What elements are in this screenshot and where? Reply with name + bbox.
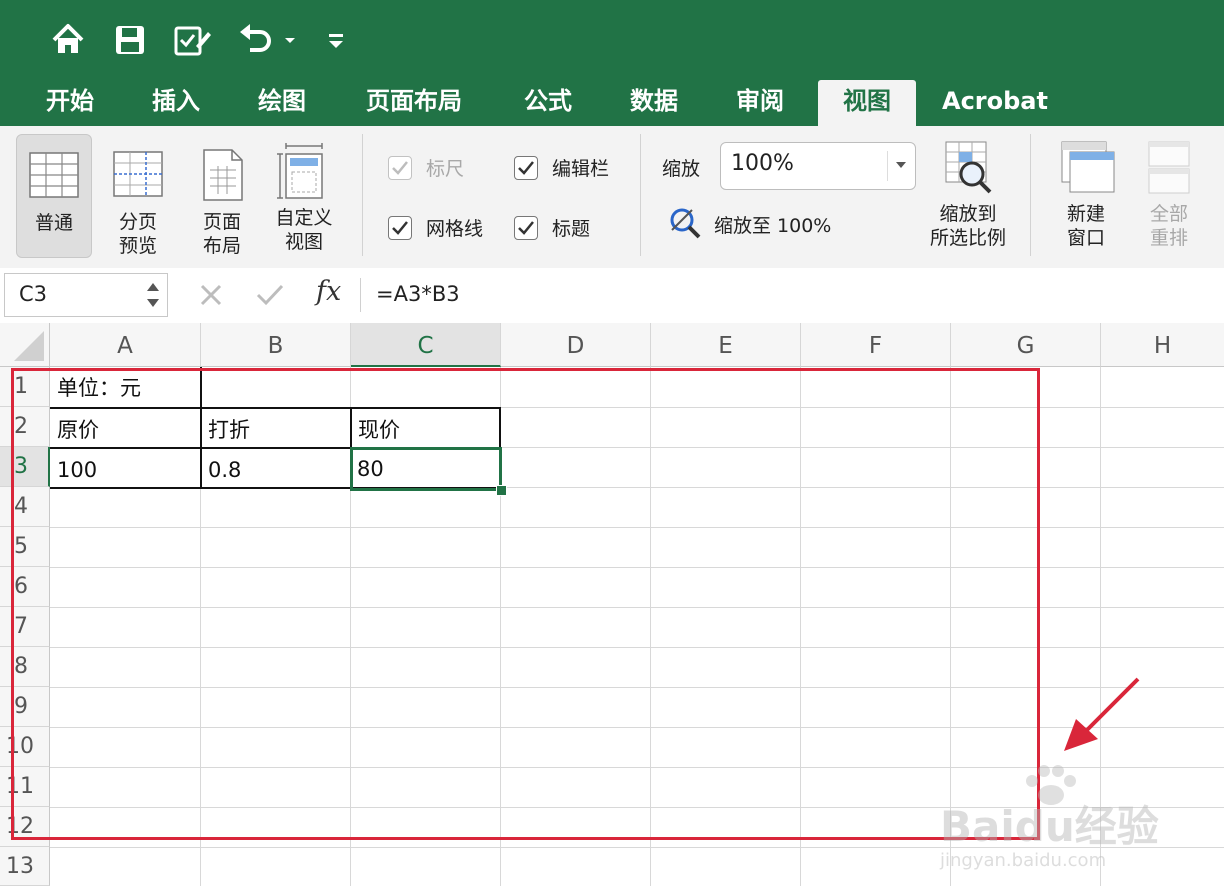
page-break-preview-button[interactable]: 分页 预览 [102, 134, 174, 262]
normal-view-label: 普通 [34, 212, 73, 234]
title-bar: 开始 插入 绘图 页面布局 公式 数据 审阅 视图 Acrobat [0, 0, 1224, 126]
name-box-stepper-icon[interactable] [145, 278, 161, 312]
magnifier-icon [668, 206, 702, 242]
column-header-e[interactable]: E [651, 323, 801, 367]
new-window-icon [1056, 138, 1116, 196]
tab-view[interactable]: 视图 [818, 80, 916, 126]
select-all-corner[interactable] [0, 323, 50, 367]
tab-page-layout[interactable]: 页面布局 [352, 80, 476, 126]
gridlines-checkbox[interactable]: 网格线 [388, 214, 483, 241]
headings-checkbox[interactable]: 标题 [514, 214, 590, 241]
chevron-down-icon[interactable] [282, 30, 298, 50]
zoom-100-button[interactable]: 缩放至 100% [668, 206, 831, 242]
column-header-g[interactable]: G [951, 323, 1101, 367]
zoom-label: 缩放 [662, 158, 701, 180]
highlight-rectangle [11, 368, 1040, 840]
page-layout-icon [196, 146, 248, 202]
chevron-down-icon [893, 157, 909, 173]
new-window-button[interactable]: 新建 窗口 [1050, 138, 1122, 262]
tab-draw[interactable]: 绘图 [242, 80, 322, 126]
arrange-all-icon [1146, 138, 1192, 196]
tab-acrobat[interactable]: Acrobat [940, 80, 1050, 126]
column-header-f[interactable]: F [801, 323, 951, 367]
zoom-to-selection-button[interactable]: 缩放到 所选比例 [920, 138, 1016, 262]
ribbon: 普通 分页 预览 页面 布局 自定义 视图 标尺 编辑栏 网格线 标题 缩放 1… [0, 126, 1224, 269]
column-header-d[interactable]: D [501, 323, 651, 367]
page-layout-view-button[interactable]: 页面 布局 [186, 134, 258, 262]
ribbon-divider [640, 134, 641, 256]
page-break-preview-label: 分页 预览 [118, 211, 157, 257]
tab-formulas[interactable]: 公式 [508, 80, 588, 126]
enter-icon[interactable] [254, 280, 286, 310]
column-header-c[interactable]: C [351, 323, 501, 367]
zoom-value: 100% [731, 151, 794, 176]
normal-view-button[interactable]: 普通 [16, 134, 92, 258]
customize-icon[interactable] [326, 28, 346, 52]
column-header-h[interactable]: H [1101, 323, 1224, 367]
name-box[interactable]: C3 [4, 273, 168, 317]
column-header-b[interactable]: B [201, 323, 351, 367]
normal-view-icon [28, 147, 80, 203]
zoom-selection-icon [940, 138, 996, 196]
home-icon[interactable] [48, 20, 88, 60]
formula-bar: C3 fx =A3*B3 [0, 268, 1224, 324]
formula-bar-check-icon [514, 155, 538, 180]
arrow-icon [1056, 673, 1146, 757]
arrange-all-button[interactable]: 全部 重排 [1136, 138, 1202, 262]
gridlines-check-icon [388, 215, 412, 240]
headings-check-icon [514, 215, 538, 240]
worksheet[interactable]: A B C D E F G H 1 2 3 4 5 6 7 8 9 10 11 … [0, 323, 1224, 886]
ruler-checkbox[interactable]: 标尺 [388, 154, 464, 181]
page-layout-view-label: 页面 布局 [202, 211, 241, 257]
tab-insert[interactable]: 插入 [136, 80, 216, 126]
tab-home[interactable]: 开始 [30, 80, 110, 126]
insert-function-button[interactable]: fx [316, 276, 341, 307]
ribbon-divider [362, 134, 363, 256]
new-window-label: 新建 窗口 [1066, 203, 1105, 249]
edit-check-icon[interactable] [172, 20, 212, 60]
watermark: Baidu经验 jingyan.baidu.com [940, 753, 1170, 871]
undo-icon[interactable] [236, 20, 276, 60]
page-break-preview-icon [112, 146, 164, 202]
zoom-select[interactable]: 100% [720, 142, 916, 190]
cancel-icon[interactable] [196, 280, 226, 310]
arrange-all-label: 全部 重排 [1149, 203, 1188, 249]
custom-view-icon [276, 142, 332, 199]
save-icon[interactable] [110, 20, 150, 60]
row-header-13[interactable]: 13 [0, 847, 50, 886]
column-header-a[interactable]: A [50, 323, 201, 367]
formula-input[interactable]: =A3*B3 [376, 282, 460, 306]
custom-view-button[interactable]: 自定义 视图 [266, 134, 342, 262]
tab-data[interactable]: 数据 [614, 80, 694, 126]
ruler-check-icon [388, 155, 412, 180]
custom-view-label: 自定义 视图 [275, 207, 333, 253]
formula-bar-checkbox[interactable]: 编辑栏 [514, 154, 609, 181]
tab-review[interactable]: 审阅 [720, 80, 800, 126]
ribbon-divider [1030, 134, 1031, 256]
zoom-to-selection-label: 缩放到 所选比例 [929, 203, 1006, 249]
